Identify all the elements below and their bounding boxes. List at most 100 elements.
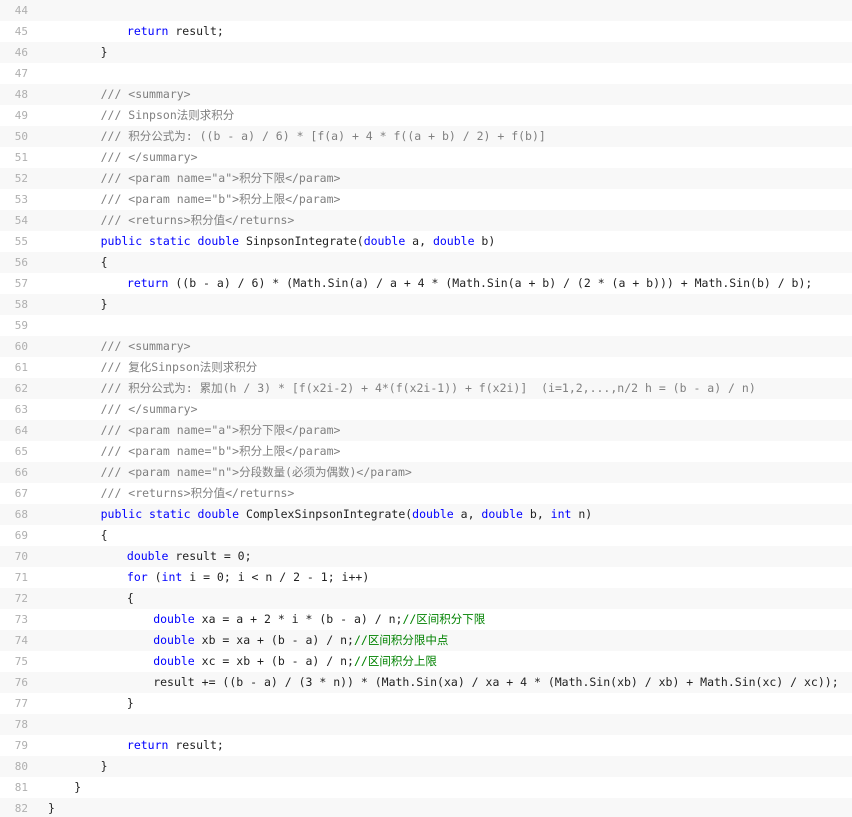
line-number: 51 bbox=[14, 151, 28, 164]
line-comment-token: //区间积分限中点 bbox=[353, 633, 449, 647]
code-text: for (int i = 0; i < n / 2 - 1; i++) bbox=[127, 567, 369, 588]
line-number: 44 bbox=[14, 4, 28, 17]
code-line: 64 /// <param name="a">积分下限</param> bbox=[0, 420, 852, 441]
code-text: double xb = xa + (b - a) / n;//区间积分限中点 bbox=[153, 630, 448, 651]
keyword-token: double bbox=[153, 654, 195, 668]
code-token: } bbox=[100, 297, 108, 311]
line-number: 47 bbox=[14, 67, 28, 80]
code-line: 52 /// <param name="a">积分下限</param> bbox=[0, 168, 852, 189]
keyword-token: double bbox=[412, 507, 454, 521]
doc-comment-token: /// 复化Sinpson法则求积分 bbox=[100, 360, 258, 374]
code-line: 56 { bbox=[0, 252, 852, 273]
line-number: 67 bbox=[14, 487, 28, 500]
line-number: 70 bbox=[14, 550, 28, 563]
code-token: { bbox=[126, 591, 134, 605]
code-line: 62 /// 积分公式为: 累加(h / 3) * [f(x2i-2) + 4*(… bbox=[0, 378, 852, 399]
code-line: 63 /// </summary> bbox=[0, 399, 852, 420]
code-text: double xc = xb + (b - a) / n;//区间积分上限 bbox=[153, 651, 437, 672]
code-line: 47 bbox=[0, 63, 852, 84]
line-number: 64 bbox=[14, 424, 28, 437]
doc-comment-token: /// 积分公式为: ((b - a) / 6) * [f(a) + 4 * f… bbox=[100, 129, 546, 143]
code-text: /// <returns>积分值</returns> bbox=[101, 483, 295, 504]
code-text: } bbox=[127, 693, 134, 714]
code-line: 79 return result; bbox=[0, 735, 852, 756]
line-number: 76 bbox=[14, 676, 28, 689]
code-line: 45 return result; bbox=[0, 21, 852, 42]
code-text: /// </summary> bbox=[101, 147, 198, 168]
code-token: } bbox=[100, 45, 108, 59]
code-line: 49 /// Sinpson法则求积分 bbox=[0, 105, 852, 126]
code-line: 72 { bbox=[0, 588, 852, 609]
code-line: 78 bbox=[0, 714, 852, 735]
code-text: /// <param name="b">积分上限</param> bbox=[101, 441, 341, 462]
code-text: /// <param name="n">分段数量(必须为偶数)</param> bbox=[101, 462, 412, 483]
code-text: result += ((b - a) / (3 * n)) * (Math.Si… bbox=[153, 672, 838, 693]
code-text: /// <param name="b">积分上限</param> bbox=[101, 189, 341, 210]
code-text: public static double SinpsonIntegrate(do… bbox=[101, 231, 496, 252]
line-number: 66 bbox=[14, 466, 28, 479]
doc-comment-token: /// </summary> bbox=[100, 150, 198, 164]
line-number: 78 bbox=[14, 718, 28, 731]
code-text: } bbox=[101, 294, 108, 315]
code-line: 69 { bbox=[0, 525, 852, 546]
code-text: { bbox=[127, 588, 134, 609]
code-line: 51 /// </summary> bbox=[0, 147, 852, 168]
line-number: 46 bbox=[14, 46, 28, 59]
line-comment-token: //区间积分下限 bbox=[402, 612, 486, 626]
keyword-token: int bbox=[550, 507, 572, 521]
code-token: a, bbox=[405, 234, 433, 248]
code-token: n) bbox=[571, 507, 593, 521]
code-text: } bbox=[74, 777, 81, 798]
code-line: 54 /// <returns>积分值</returns> bbox=[0, 210, 852, 231]
code-text: { bbox=[101, 525, 108, 546]
line-number: 48 bbox=[14, 88, 28, 101]
line-number: 82 bbox=[14, 802, 28, 815]
code-line: 68 public static double ComplexSinpsonInt… bbox=[0, 504, 852, 525]
code-text: /// <summary> bbox=[101, 336, 191, 357]
line-number: 80 bbox=[14, 760, 28, 773]
doc-comment-token: /// </summary> bbox=[100, 402, 198, 416]
line-number: 63 bbox=[14, 403, 28, 416]
code-token: } bbox=[48, 801, 55, 815]
line-number: 71 bbox=[14, 571, 28, 584]
code-token: { bbox=[100, 255, 108, 269]
line-number: 61 bbox=[14, 361, 28, 374]
code-line: 55 public static double SinpsonIntegrate(… bbox=[0, 231, 852, 252]
code-text: /// <param name="a">积分下限</param> bbox=[101, 420, 341, 441]
line-number: 77 bbox=[14, 697, 28, 710]
code-token: { bbox=[100, 528, 108, 542]
doc-comment-token: /// <param name="a">积分下限</param> bbox=[100, 423, 341, 437]
keyword-token: double bbox=[432, 234, 475, 248]
code-text: return ((b - a) / 6) * (Math.Sin(a) / a … bbox=[127, 273, 812, 294]
doc-comment-token: /// <summary> bbox=[100, 339, 191, 353]
code-line: 65 /// <param name="b">积分上限</param> bbox=[0, 441, 852, 462]
code-lines: 44 45 return result; 46} 47 48/// <summary> 49… bbox=[0, 0, 852, 817]
keyword-token: return bbox=[126, 276, 169, 290]
code-text: /// <summary> bbox=[101, 84, 191, 105]
code-line: 77} bbox=[0, 693, 852, 714]
code-token: xc = xb + (b - a) / n; bbox=[194, 654, 354, 668]
line-number: 79 bbox=[14, 739, 28, 752]
code-token: result = 0; bbox=[168, 549, 252, 563]
line-number: 81 bbox=[14, 781, 28, 794]
code-token: ( bbox=[147, 570, 162, 584]
keyword-token: double bbox=[126, 549, 169, 563]
keyword-token: for bbox=[126, 570, 148, 584]
code-line: 59 bbox=[0, 315, 852, 336]
code-token: i = 0; i < n / 2 - 1; i++) bbox=[182, 570, 370, 584]
code-line: 57 return ((b - a) / 6) * (Math.Sin(a) / … bbox=[0, 273, 852, 294]
code-line: 76 result += ((b - a) / (3 * n)) * (Math.… bbox=[0, 672, 852, 693]
keyword-token: double bbox=[363, 234, 406, 248]
code-token: } bbox=[100, 759, 108, 773]
line-number: 52 bbox=[14, 172, 28, 185]
code-token: SinpsonIntegrate( bbox=[239, 234, 364, 248]
keyword-token: return bbox=[126, 738, 169, 752]
code-line: 48 /// <summary> bbox=[0, 84, 852, 105]
code-line: 70 double result = 0; bbox=[0, 546, 852, 567]
line-number: 45 bbox=[14, 25, 28, 38]
code-text: /// <returns>积分值</returns> bbox=[101, 210, 295, 231]
code-line: 58} bbox=[0, 294, 852, 315]
code-editor[interactable]: 44 45 return result; 46} 47 48/// <summary> 49… bbox=[0, 0, 852, 817]
keyword-token: public static double bbox=[100, 507, 240, 521]
code-token: b, bbox=[522, 507, 551, 521]
